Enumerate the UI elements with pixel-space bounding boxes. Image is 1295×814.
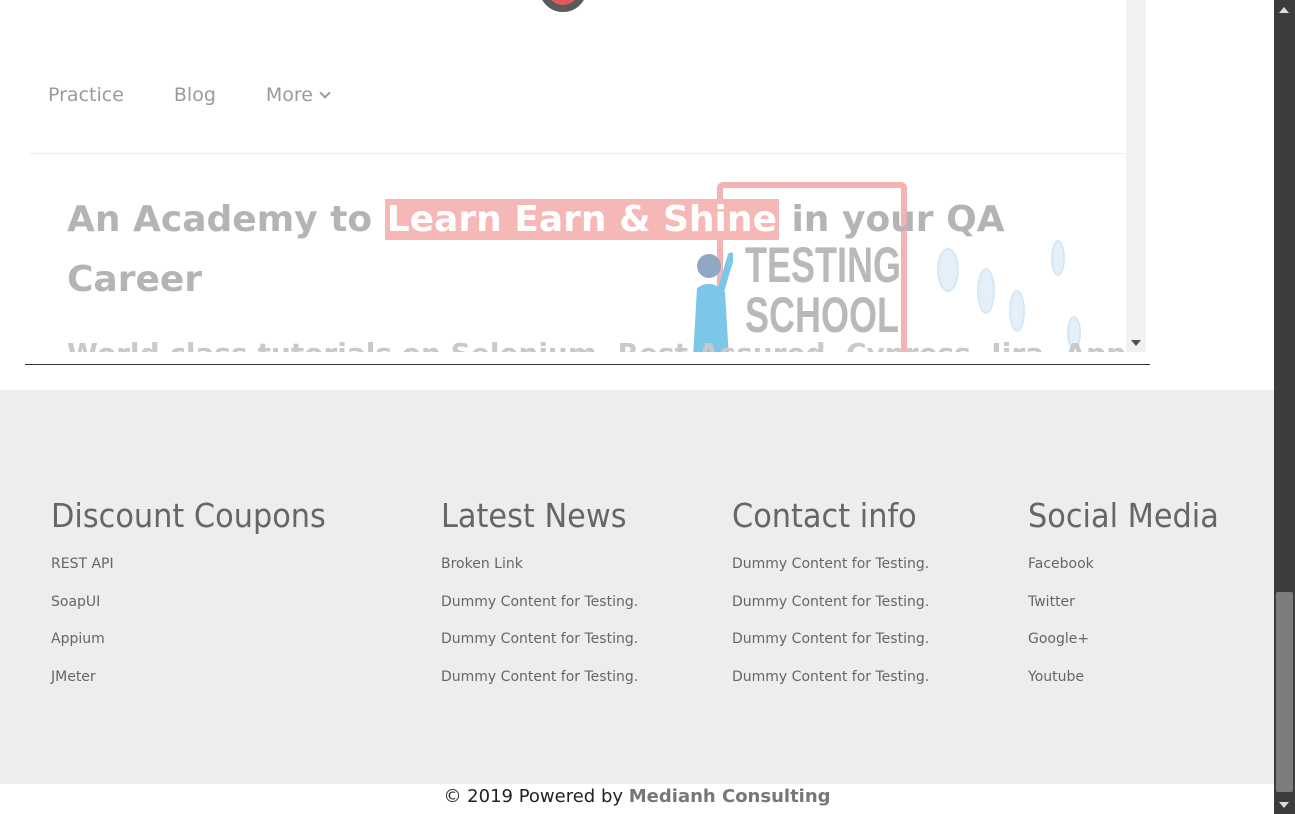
footer-col-title: Contact info bbox=[732, 496, 917, 535]
scroll-down-arrow-icon[interactable] bbox=[1279, 802, 1289, 808]
footer-link[interactable]: Appium bbox=[51, 630, 350, 648]
hero-title-pre: An Academy to bbox=[67, 199, 385, 240]
scrollbar-thumb[interactable] bbox=[1276, 592, 1293, 792]
nav-more-label: More bbox=[265, 84, 313, 106]
footer-col-title: Discount Coupons bbox=[51, 496, 326, 535]
site-logo[interactable] bbox=[539, 0, 587, 12]
nav-more[interactable]: More bbox=[265, 84, 331, 106]
copyright: © 2019 Powered by Medianh Consulting bbox=[0, 786, 1274, 807]
footer-link[interactable]: Google+ bbox=[1028, 630, 1235, 648]
footer-link[interactable]: REST API bbox=[51, 555, 350, 573]
nav-practice[interactable]: Practice bbox=[48, 84, 124, 106]
footer-col-social: Social Media Facebook Twitter Google+ Yo… bbox=[1028, 496, 1235, 705]
scroll-up-arrow-icon[interactable] bbox=[1279, 7, 1289, 13]
footer-col-contact: Contact info Dummy Content for Testing. … bbox=[732, 496, 933, 705]
footer-link[interactable]: Dummy Content for Testing. bbox=[441, 668, 643, 686]
nav-blog[interactable]: Blog bbox=[174, 84, 216, 106]
nav-divider bbox=[30, 153, 1126, 154]
footer-link[interactable]: Youtube bbox=[1028, 668, 1235, 686]
scroll-down-arrow-icon[interactable] bbox=[1131, 340, 1141, 346]
hero-subtitle: World class tutorials on Selenium, Rest … bbox=[67, 337, 1126, 352]
footer-link[interactable]: Dummy Content for Testing. bbox=[732, 668, 933, 686]
embedded-iframe[interactable]: Practice Blog More TESTING SCHOOL An Aca… bbox=[25, 0, 1150, 365]
footer-link[interactable]: Dummy Content for Testing. bbox=[441, 593, 643, 611]
main-nav: Practice Blog More bbox=[48, 84, 331, 106]
copyright-link[interactable]: Medianh Consulting bbox=[629, 786, 831, 807]
footer-link[interactable]: Dummy Content for Testing. bbox=[441, 630, 643, 648]
footer-link[interactable]: Facebook bbox=[1028, 555, 1235, 573]
footer-link[interactable]: JMeter bbox=[51, 668, 350, 686]
iframe-viewport: Practice Blog More TESTING SCHOOL An Aca… bbox=[25, 0, 1126, 352]
footer-col-title: Latest News bbox=[441, 496, 627, 535]
footer-link[interactable]: Twitter bbox=[1028, 593, 1235, 611]
page: Practice Blog More TESTING SCHOOL An Aca… bbox=[0, 0, 1295, 814]
footer-link[interactable]: Dummy Content for Testing. bbox=[732, 593, 933, 611]
footer-link[interactable]: Broken Link bbox=[441, 555, 643, 573]
footer-link[interactable]: Dummy Content for Testing. bbox=[732, 555, 933, 573]
hero-title: An Academy to Learn Earn & Shine in your… bbox=[67, 190, 1067, 310]
chevron-down-icon bbox=[319, 86, 331, 99]
footer: Discount Coupons REST API SoapUI Appium … bbox=[0, 390, 1274, 784]
footer-link[interactable]: Dummy Content for Testing. bbox=[732, 630, 933, 648]
footer-col-news: Latest News Broken Link Dummy Content fo… bbox=[441, 496, 643, 705]
window-scrollbar[interactable] bbox=[1274, 0, 1295, 814]
footer-col-title: Social Media bbox=[1028, 496, 1219, 535]
iframe-scrollbar[interactable] bbox=[1126, 0, 1146, 352]
hero-title-highlight: Learn Earn & Shine bbox=[384, 199, 779, 240]
copyright-text: © 2019 Powered by bbox=[443, 786, 629, 807]
footer-link[interactable]: SoapUI bbox=[51, 593, 350, 611]
footer-col-coupons: Discount Coupons REST API SoapUI Appium … bbox=[51, 496, 350, 705]
